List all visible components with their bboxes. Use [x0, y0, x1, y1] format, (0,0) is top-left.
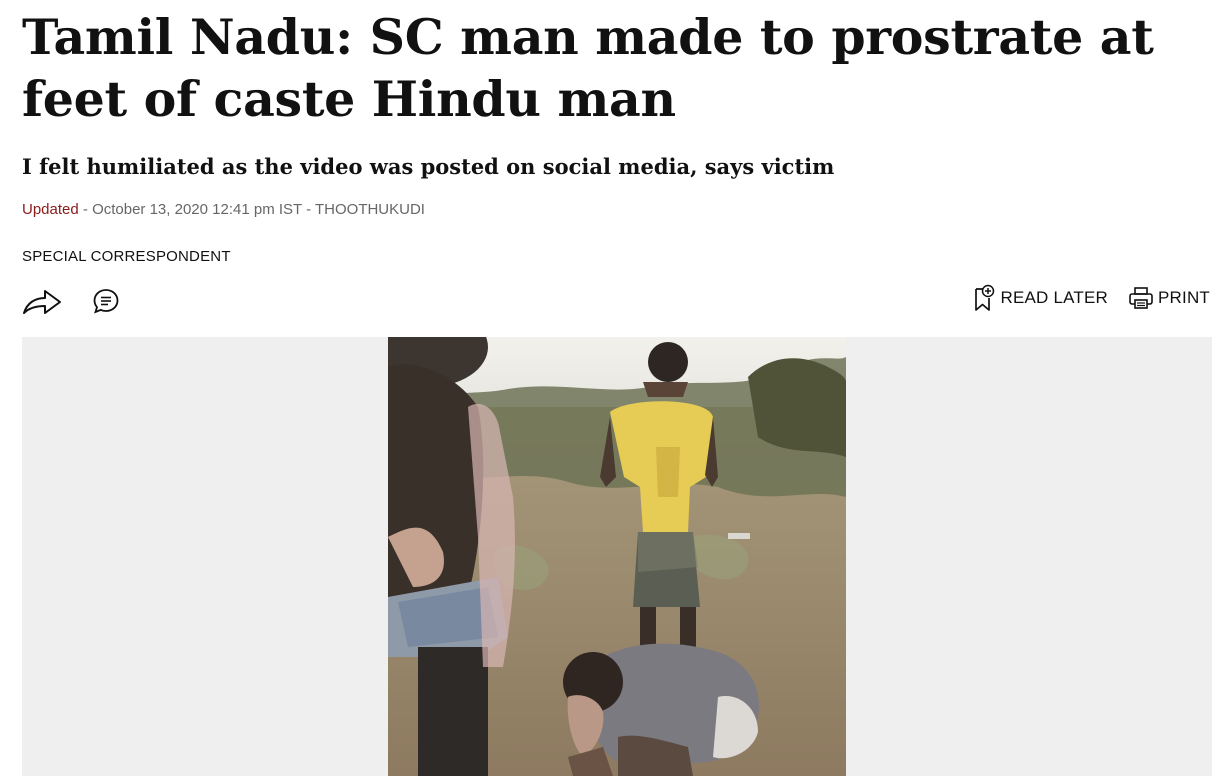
lead-photo[interactable]: [388, 337, 846, 776]
byline[interactable]: SPECIAL CORRESPONDENT: [22, 247, 231, 267]
read-later-label: READ LATER: [1000, 288, 1108, 307]
read-later-button[interactable]: READ LATER: [971, 284, 1109, 312]
updated-label: Updated: [22, 201, 79, 218]
print-button[interactable]: PRINT: [1128, 284, 1210, 312]
lead-media: [22, 337, 1212, 776]
share-arrow-icon[interactable]: [22, 283, 62, 319]
photo-scene: [388, 337, 846, 776]
social-toolbar: [22, 283, 126, 319]
article-actions: READ LATER PRINT: [971, 284, 1211, 312]
bookmark-plus-icon: [971, 284, 997, 312]
headline: Tamil Nadu: SC man made to prostrate at …: [22, 8, 1154, 128]
dateline-separator: -: [301, 201, 315, 218]
dateline-separator: -: [78, 201, 93, 218]
publish-date: October 13, 2020 12:41 pm IST: [92, 201, 302, 218]
printer-icon: [1128, 284, 1154, 312]
comment-bubble-icon[interactable]: [86, 283, 126, 319]
subheadline: I felt humiliated as the video was poste…: [22, 154, 835, 179]
dateline: Updated - October 13, 2020 12:41 pm IST …: [22, 200, 425, 220]
print-label: PRINT: [1158, 288, 1210, 307]
dateline-location: THOOTHUKUDI: [314, 201, 425, 218]
